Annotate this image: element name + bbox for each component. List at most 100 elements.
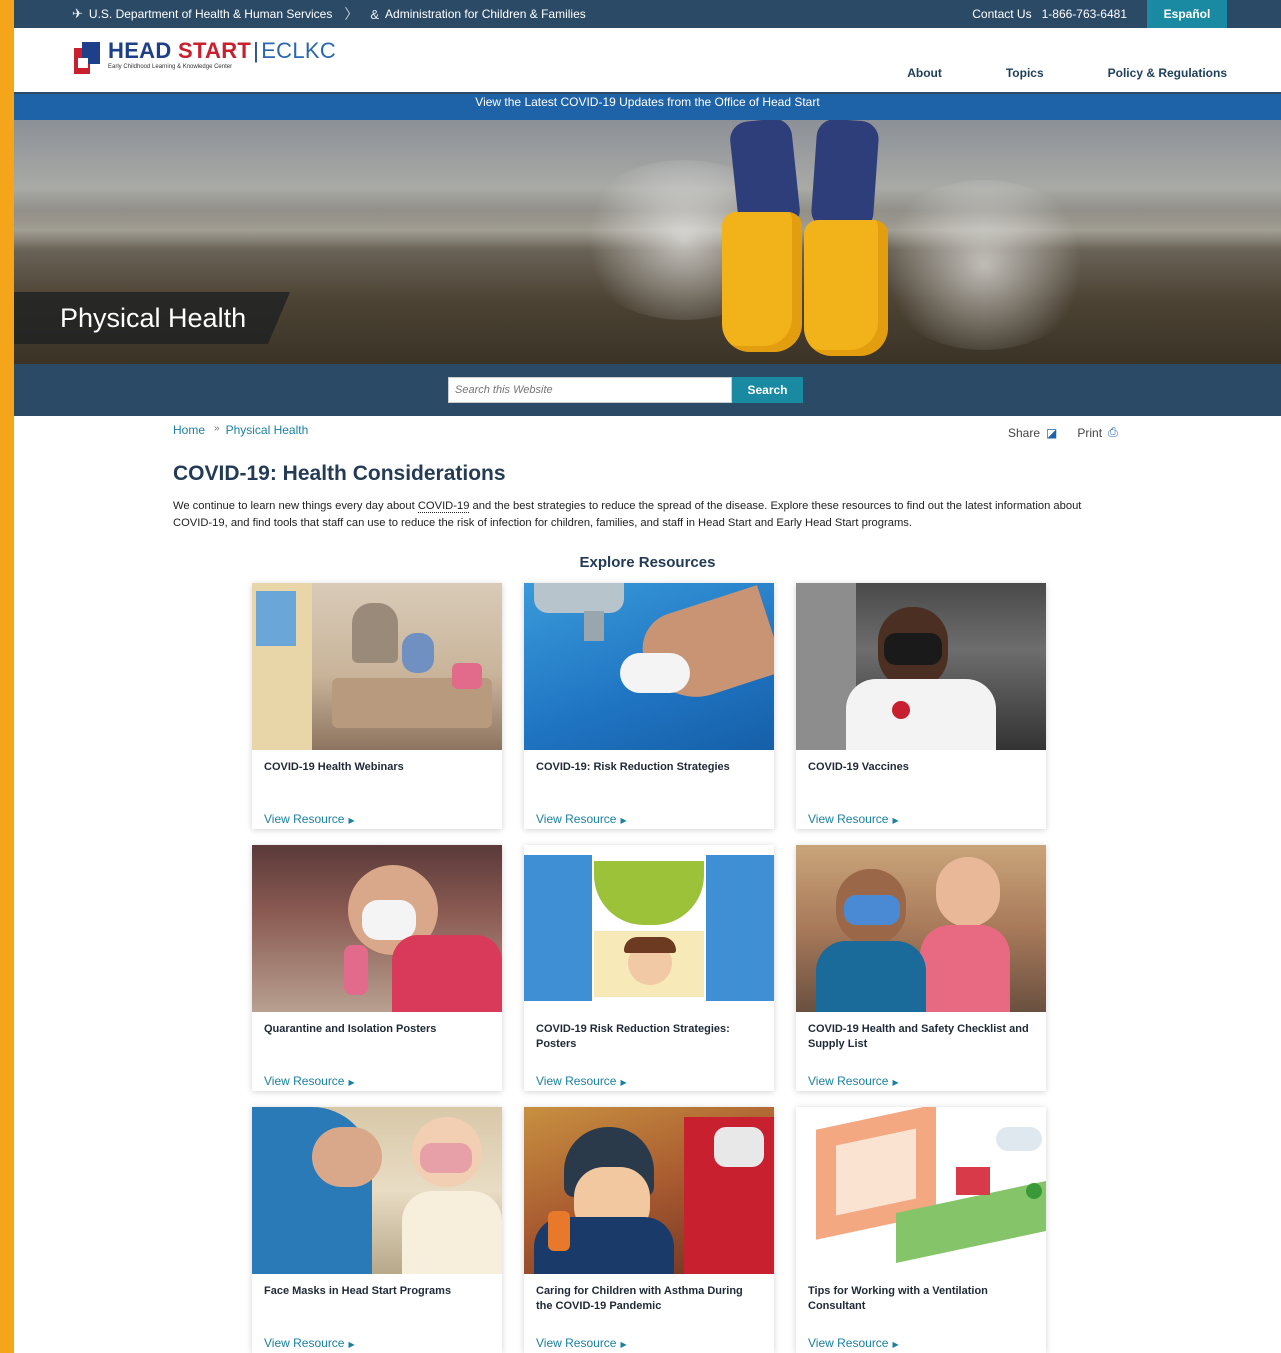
card-title: COVID-19 Health and Safety Checklist and…	[808, 1023, 1029, 1050]
head-start-logo[interactable]: HEAD START|ECLKC Early Childhood Learnin…	[74, 40, 336, 74]
resource-card[interactable]: COVID-19: Risk Reduction Strategies View…	[524, 583, 774, 829]
covid-19-term-link[interactable]: COVID-19	[417, 500, 470, 513]
card-image-handwashing	[524, 583, 774, 750]
breadcrumb: Home » Physical Health	[173, 423, 308, 437]
hero-title: Physical Health	[14, 292, 290, 344]
intro-paragraph: We continue to learn new things every da…	[173, 498, 1113, 532]
hhs-link[interactable]: ✈ U.S. Department of Health & Human Servi…	[72, 6, 332, 22]
caret-right-icon: ▶	[348, 1078, 355, 1087]
card-image-vaccine-car	[796, 583, 1046, 750]
view-resource-link[interactable]: View Resource ▶	[536, 812, 627, 826]
explore-resources-heading: Explore Resources	[579, 554, 716, 571]
nav-about[interactable]: About	[907, 66, 942, 80]
view-resource-label: View Resource	[264, 1336, 345, 1350]
search-button[interactable]: Search	[732, 377, 803, 403]
site-header: HEAD START|ECLKC Early Childhood Learnin…	[14, 28, 1281, 92]
logo-start-text: START	[177, 38, 252, 63]
resource-card[interactable]: COVID-19 Health Webinars View Resource ▶	[252, 583, 502, 829]
nav-policy-regulations[interactable]: Policy & Regulations	[1108, 66, 1227, 80]
share-icon: ◪	[1046, 425, 1058, 440]
card-title: COVID-19 Risk Reduction Strategies: Post…	[536, 1023, 730, 1050]
print-icon: ⎙	[1108, 425, 1118, 439]
search-input[interactable]	[448, 377, 732, 403]
gov-bar: ✈ U.S. Department of Health & Human Servi…	[14, 0, 1281, 28]
view-resource-link[interactable]: View Resource ▶	[808, 1336, 899, 1350]
nav-topics[interactable]: Topics	[1006, 66, 1044, 80]
logo-eclkc-text: ECLKC	[261, 38, 337, 63]
card-image-mother-baby	[796, 845, 1046, 1012]
view-resource-label: View Resource	[808, 812, 889, 826]
card-image-child-nose	[252, 845, 502, 1012]
acf-link[interactable]: & Administration for Children & Families	[370, 7, 585, 22]
espanol-button[interactable]: Español	[1147, 0, 1227, 28]
hero-leg	[810, 120, 880, 233]
breadcrumb-separator-icon: »	[214, 423, 220, 434]
card-title: COVID-19: Risk Reduction Strategies	[536, 761, 730, 773]
view-resource-label: View Resource	[536, 1074, 617, 1088]
view-resource-label: View Resource	[264, 812, 345, 826]
hero-splash	[874, 180, 1094, 350]
logo-subtitle: Early Childhood Learning & Knowledge Cen…	[108, 64, 233, 70]
print-button[interactable]: Print ⎙	[1077, 425, 1117, 440]
acf-icon: &	[370, 6, 380, 22]
view-resource-link[interactable]: View Resource ▶	[264, 1074, 355, 1088]
caret-right-icon: ▶	[892, 1078, 899, 1087]
card-image-classroom-reading	[252, 583, 502, 750]
view-resource-link[interactable]: View Resource ▶	[264, 812, 355, 826]
page-title: COVID-19: Health Considerations	[173, 462, 506, 485]
card-title: Caring for Children with Asthma During t…	[536, 1285, 743, 1312]
logo-blocks-icon	[74, 40, 102, 74]
print-label: Print	[1077, 425, 1103, 440]
main-nav: About Topics Policy & Regulations	[843, 66, 1227, 80]
card-image-ventilation-illustration	[796, 1107, 1046, 1274]
resource-card[interactable]: Face Masks in Head Start Programs View R…	[252, 1107, 502, 1353]
caret-right-icon: ▶	[892, 1340, 899, 1349]
hhs-label: U.S. Department of Health & Human Servic…	[88, 7, 333, 21]
card-title: COVID-19 Health Webinars	[264, 761, 404, 773]
hhs-eagle-icon: ✈	[72, 6, 83, 21]
view-resource-link[interactable]: View Resource ▶	[536, 1336, 627, 1350]
view-resource-link[interactable]: View Resource ▶	[808, 1074, 899, 1088]
view-resource-label: View Resource	[536, 812, 617, 826]
card-image-poster-illustration	[524, 845, 774, 1012]
share-button[interactable]: Share ◪	[1008, 425, 1057, 440]
card-title: Quarantine and Isolation Posters	[264, 1023, 437, 1035]
view-resource-link[interactable]: View Resource ▶	[808, 812, 899, 826]
search-bar: Search	[14, 364, 1281, 416]
card-title: Tips for Working with a Ventilation Cons…	[808, 1285, 988, 1312]
resource-card[interactable]: Quarantine and Isolation Posters View Re…	[252, 845, 502, 1091]
caret-right-icon: ▶	[892, 816, 899, 825]
view-resource-label: View Resource	[808, 1074, 889, 1088]
view-resource-label: View Resource	[264, 1074, 345, 1088]
phone-number[interactable]: 1-866-763-6481	[1042, 7, 1127, 21]
card-title: Face Masks in Head Start Programs	[264, 1285, 452, 1297]
contact-us-link[interactable]: Contact Us	[972, 7, 1031, 21]
caret-right-icon: ▶	[620, 1340, 627, 1349]
resource-card[interactable]: Caring for Children with Asthma During t…	[524, 1107, 774, 1353]
card-image-face-masks	[252, 1107, 502, 1274]
resource-card[interactable]: Tips for Working with a Ventilation Cons…	[796, 1107, 1046, 1353]
caret-right-icon: ▶	[348, 816, 355, 825]
chevron-right-icon: 〉	[344, 6, 359, 22]
share-label: Share	[1008, 425, 1041, 440]
card-title: COVID-19 Vaccines	[808, 761, 909, 773]
resource-card[interactable]: COVID-19 Health and Safety Checklist and…	[796, 845, 1046, 1091]
breadcrumb-physical-health[interactable]: Physical Health	[226, 423, 309, 437]
hero-boot	[804, 220, 888, 356]
view-resource-label: View Resource	[808, 1336, 889, 1350]
card-image-asthma-inhaler	[524, 1107, 774, 1274]
page: ✈ U.S. Department of Health & Human Servi…	[14, 0, 1281, 1353]
intro-text-1: We continue to learn new things every da…	[173, 500, 418, 512]
covid-updates-banner[interactable]: View the Latest COVID-19 Updates from th…	[14, 92, 1281, 120]
caret-right-icon: ▶	[620, 1078, 627, 1087]
breadcrumb-home[interactable]: Home	[173, 423, 205, 437]
resource-card[interactable]: COVID-19 Risk Reduction Strategies: Post…	[524, 845, 774, 1091]
page-tools: Share ◪ Print ⎙	[1008, 425, 1138, 440]
view-resource-link[interactable]: View Resource ▶	[536, 1074, 627, 1088]
view-resource-link[interactable]: View Resource ▶	[264, 1336, 355, 1350]
caret-right-icon: ▶	[620, 816, 627, 825]
view-resource-label: View Resource	[536, 1336, 617, 1350]
hero-boot	[722, 212, 802, 352]
logo-head-text: HEAD	[108, 38, 172, 63]
resource-card[interactable]: COVID-19 Vaccines View Resource ▶	[796, 583, 1046, 829]
